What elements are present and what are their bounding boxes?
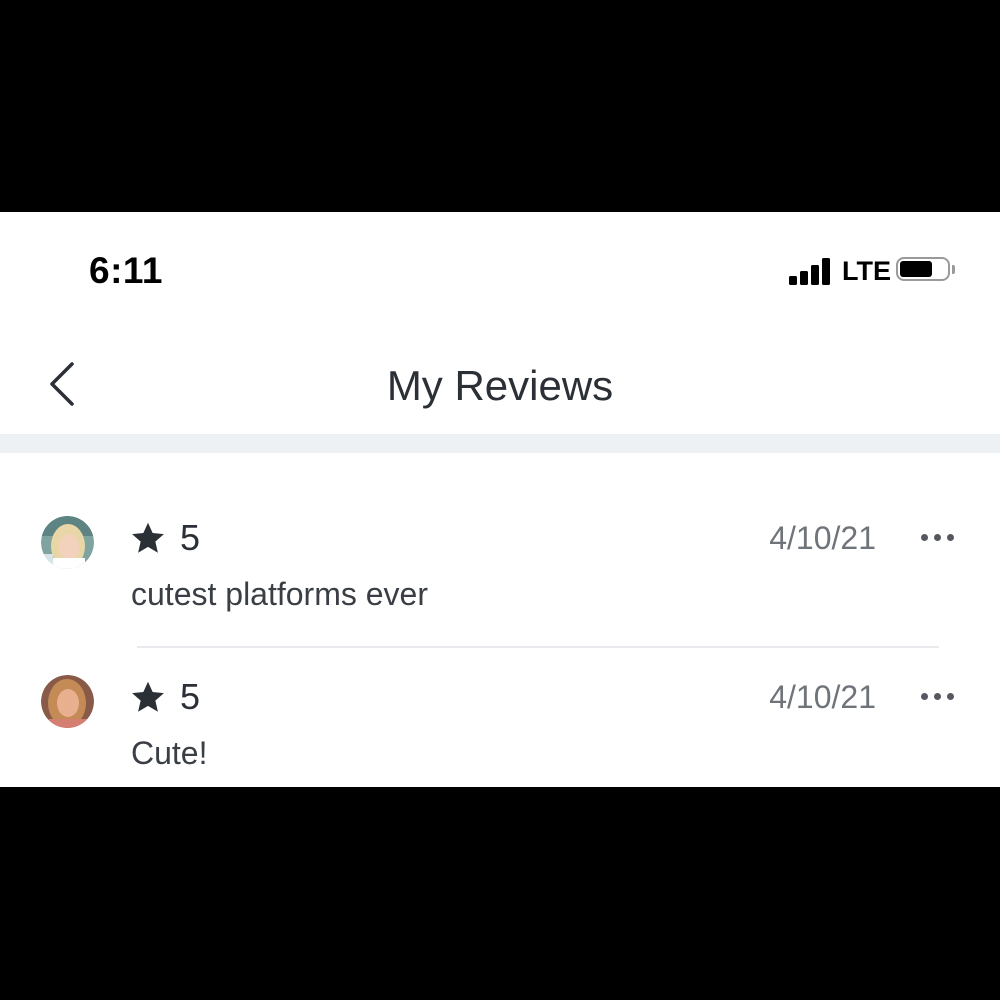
letterbox-top xyxy=(0,0,1000,212)
cellular-signal-icon xyxy=(789,258,833,285)
header-divider xyxy=(0,434,1000,453)
page-title: My Reviews xyxy=(386,362,614,409)
review-date: 4/10/21 xyxy=(769,520,876,556)
review-text: cutest platforms ever xyxy=(131,576,428,612)
status-bar: 6:11 LTE xyxy=(0,212,1000,322)
app-screen: 6:11 LTE My Reviews 5 4/10/21 cutest pla… xyxy=(0,212,1000,787)
battery-fill xyxy=(900,261,932,277)
more-options-button[interactable] xyxy=(918,687,958,707)
review-separator xyxy=(137,646,939,648)
battery-icon xyxy=(896,257,955,283)
rating: 5 xyxy=(130,517,201,558)
avatar[interactable] xyxy=(41,675,94,728)
status-time: 6:11 xyxy=(89,250,164,291)
star-icon xyxy=(132,522,164,553)
star-icon xyxy=(132,681,164,712)
network-type: LTE xyxy=(842,256,891,286)
review-date: 4/10/21 xyxy=(769,679,876,715)
review-text: Cute! xyxy=(131,735,208,771)
rating-value: 5 xyxy=(180,676,201,717)
rating: 5 xyxy=(130,676,201,717)
more-options-icon xyxy=(921,693,928,700)
rating-value: 5 xyxy=(180,517,201,558)
more-options-icon xyxy=(921,534,928,541)
nav-bar: My Reviews xyxy=(0,322,1000,434)
more-options-button[interactable] xyxy=(918,528,958,548)
avatar[interactable] xyxy=(41,516,94,569)
letterbox-bottom xyxy=(0,787,1000,1000)
